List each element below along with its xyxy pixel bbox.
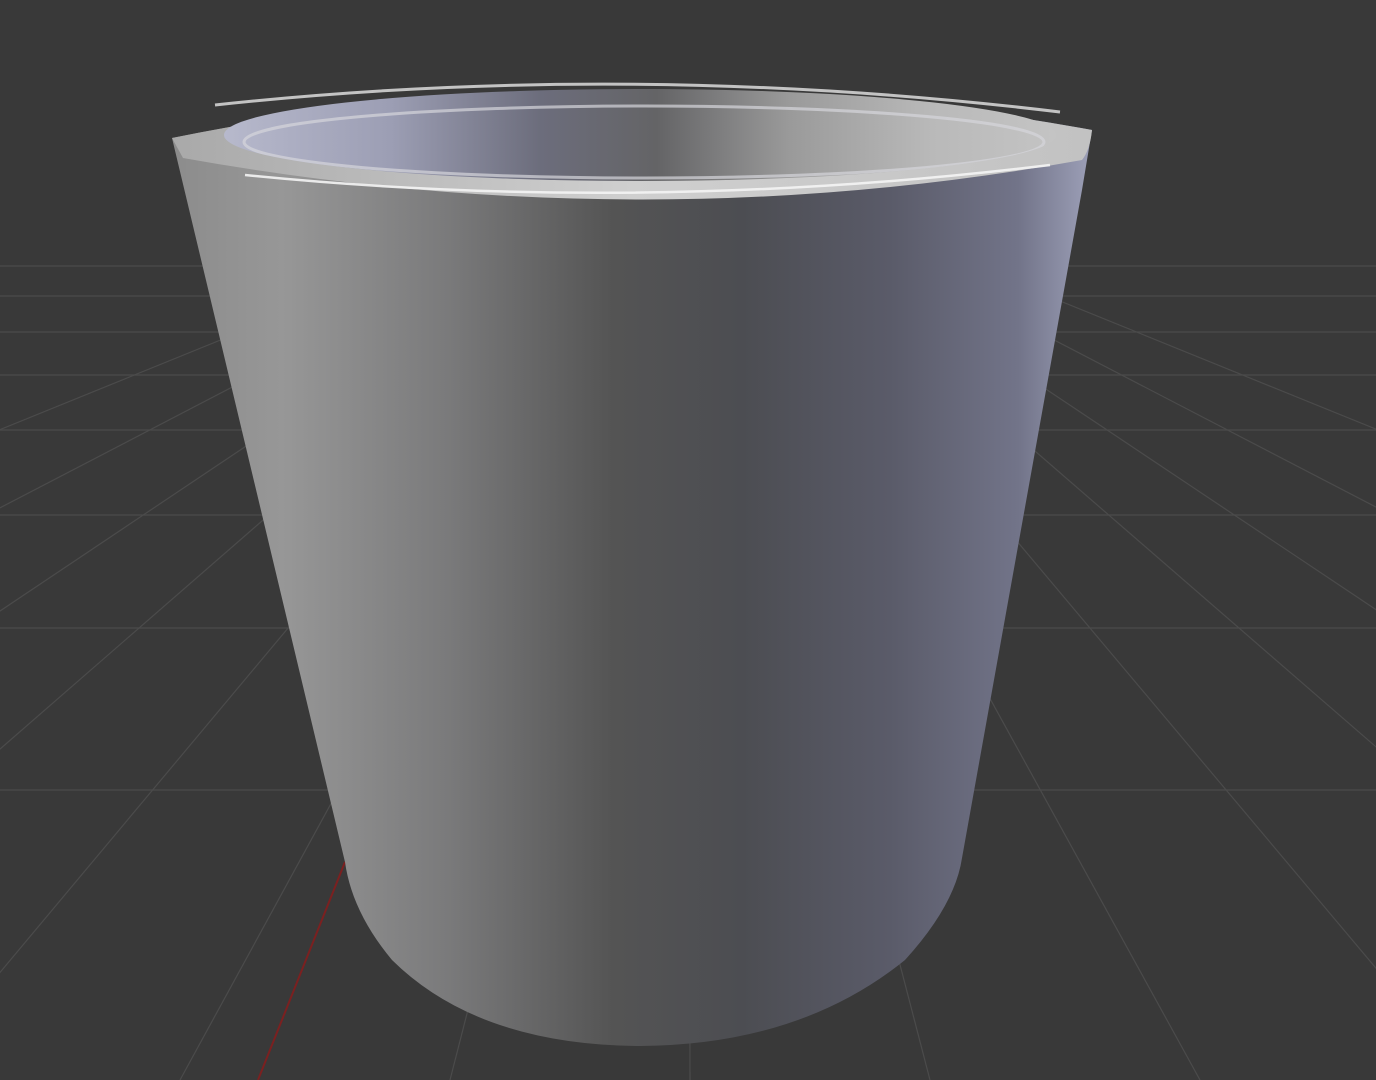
3d-viewport[interactable] <box>0 0 1376 1080</box>
viewport-canvas[interactable] <box>0 0 1376 1080</box>
